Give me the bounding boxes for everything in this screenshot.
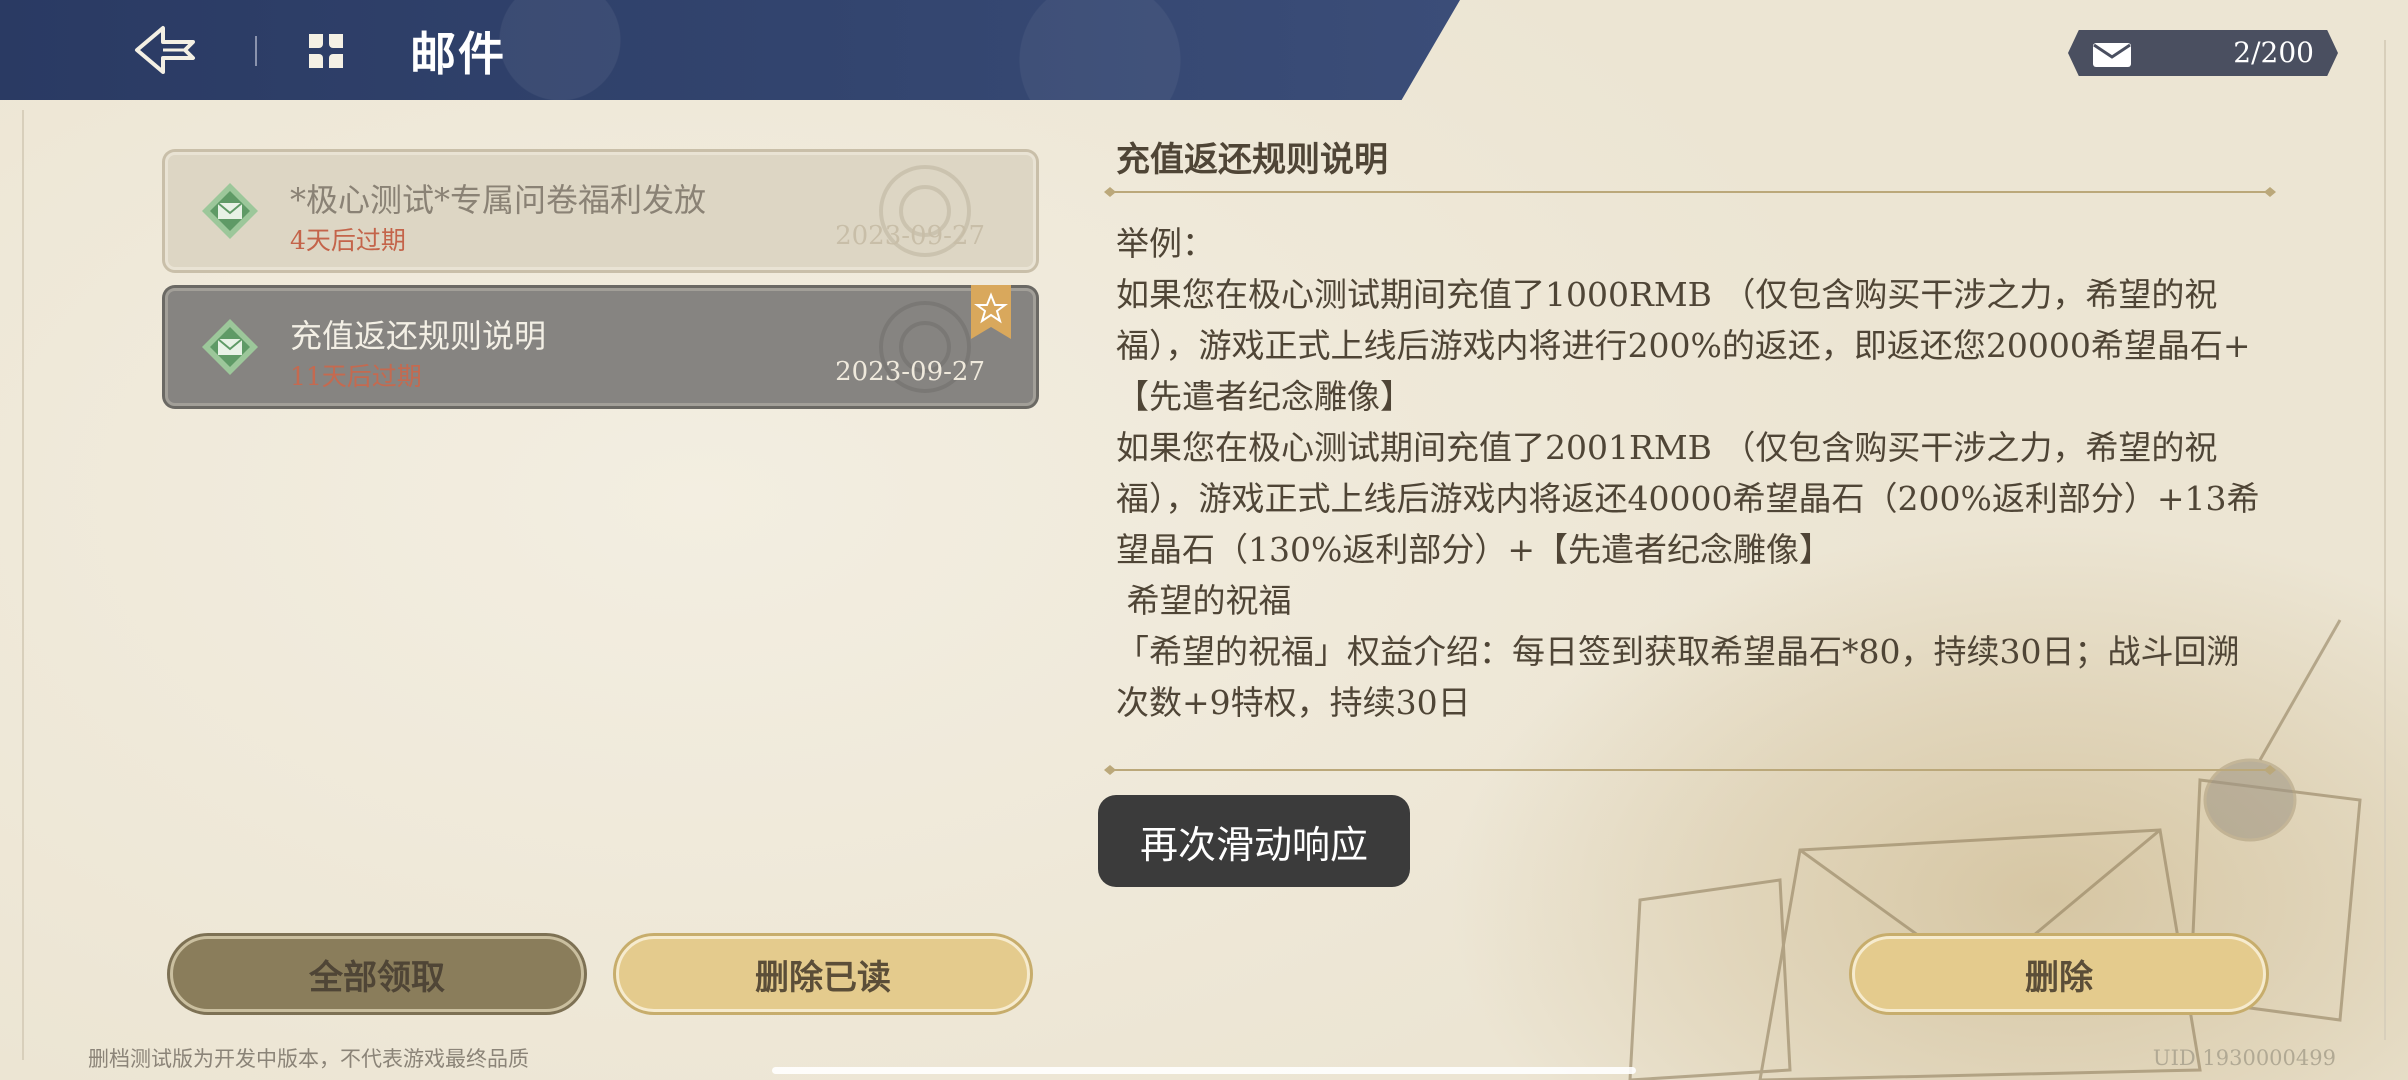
delete-read-button[interactable]: 删除已读 <box>616 936 1030 1012</box>
back-arrow-icon <box>135 26 195 74</box>
detail-paragraph: 如果您在极心测试期间充值了2001RMB （仅包含购买干涉之力，希望的祝福），游… <box>1116 428 2260 569</box>
mail-expire: 4天后过期 <box>290 226 406 255</box>
detail-divider-bottom <box>1104 765 2276 775</box>
star-bookmark-icon <box>971 285 1011 339</box>
frame-border-left <box>22 110 28 1060</box>
envelope-icon <box>2093 43 2131 67</box>
detail-paragraph: 「希望的祝福」权益介绍：每日签到获取希望晶石*80，持续30日；战斗回溯次数+9… <box>1116 632 2240 722</box>
back-button[interactable] <box>130 20 200 80</box>
detail-title: 充值返还规则说明 <box>1116 140 1388 180</box>
detail-paragraph: 举例： <box>1116 224 1215 263</box>
header-pattern <box>0 0 1460 100</box>
mail-date: 2023-09-27 <box>835 357 985 387</box>
detail-content[interactable]: 举例： 如果您在极心测试期间充值了1000RMB （仅包含购买干涉之力，希望的祝… <box>1116 218 2268 766</box>
mail-list-item[interactable]: *极心测试*专属问卷福利发放 4天后过期 2023-09-27 <box>165 152 1036 270</box>
detail-divider-top <box>1104 187 2276 197</box>
toast-message: 再次滑动响应 <box>1098 795 1410 887</box>
header-banner <box>0 0 1460 100</box>
mail-date: 2023-09-27 <box>835 221 985 251</box>
mail-count-text: 2/200 <box>2233 36 2314 69</box>
mail-title: *极心测试*专属问卷福利发放 <box>290 181 707 219</box>
gift-mail-icon <box>202 319 258 375</box>
mail-title: 充值返还规则说明 <box>290 317 547 355</box>
mail-list-item-selected[interactable]: 充值返还规则说明 11天后过期 2023-09-27 <box>165 285 1036 406</box>
header-divider <box>255 36 257 66</box>
gift-mail-icon <box>202 183 258 239</box>
detail-paragraph: 如果您在极心测试期间充值了1000RMB （仅包含购买干涉之力，希望的祝福），游… <box>1116 275 2251 416</box>
page-title: 邮件 <box>410 27 506 81</box>
claim-all-button[interactable]: 全部领取 <box>170 936 584 1012</box>
home-indicator[interactable] <box>772 1067 1636 1074</box>
mail-expire: 11天后过期 <box>290 362 422 391</box>
mail-count-badge: 2/200 <box>2068 30 2338 76</box>
detail-paragraph: 希望的祝福 <box>1116 581 1292 620</box>
user-id: UID 1930000499 <box>2152 1046 2336 1070</box>
mail-menu-icon <box>309 34 343 68</box>
delete-button[interactable]: 删除 <box>1852 936 2266 1012</box>
footer-disclaimer: 删档测试版为开发中版本，不代表游戏最终品质 <box>88 1047 529 1071</box>
